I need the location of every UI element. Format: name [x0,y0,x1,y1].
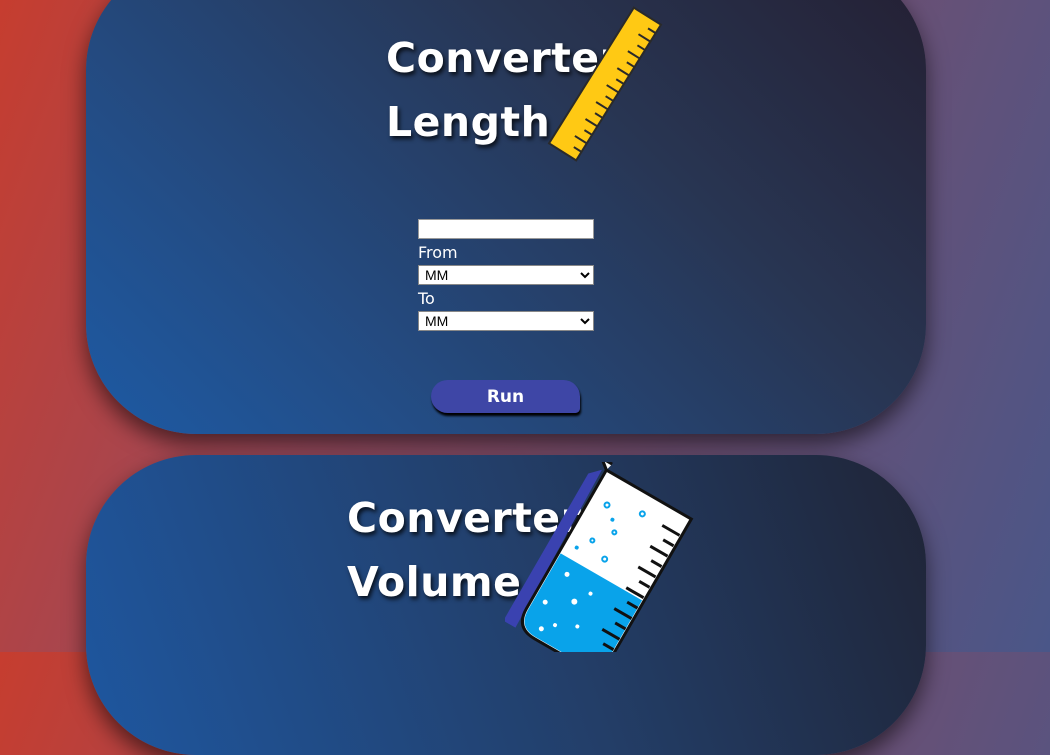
to-unit-select[interactable]: MM [418,311,594,331]
ruler-icon [547,6,663,162]
from-label: From [418,243,458,262]
volume-title-line2: Volume [347,558,522,606]
length-value-input[interactable] [418,219,594,239]
to-label: To [418,289,435,308]
length-title-line2: Length [386,98,551,146]
from-unit-select[interactable]: MM [418,265,594,285]
beaker-icon [505,462,694,652]
run-button[interactable]: Run [431,380,580,413]
